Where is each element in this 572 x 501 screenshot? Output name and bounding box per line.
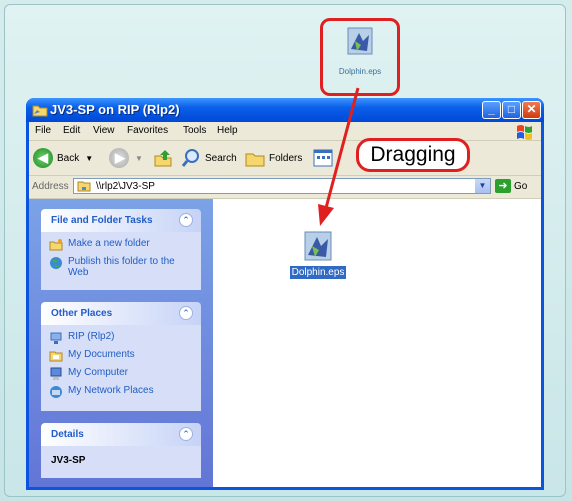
search-label: Search — [205, 152, 237, 164]
dragging-callout: Dragging — [356, 138, 470, 172]
go-label: Go — [514, 180, 528, 192]
up-folder-icon — [154, 150, 172, 167]
details-panel: Details ⌃ JV3-SP — [41, 423, 201, 478]
panel-body: RIP (Rlp2) My Documents My Computer My N… — [41, 325, 201, 411]
back-button[interactable]: ◀ Back ▼ — [33, 147, 93, 169]
desktop-icon-label: Dolphin.eps — [338, 67, 382, 76]
panel-body: JV3-SP — [41, 446, 201, 478]
task-publish-web[interactable]: Publish this folder to the Web — [49, 256, 193, 278]
address-value: \\rlp2\JV3-SP — [96, 181, 155, 192]
address-dropdown-icon[interactable]: ▼ — [475, 179, 490, 193]
folders-icon — [245, 153, 265, 167]
forward-dropdown-icon: ▼ — [135, 153, 143, 163]
panel-body: Make a new folder Publish this folder to… — [41, 232, 201, 290]
go-arrow-icon: ➜ — [495, 179, 511, 193]
menu-file[interactable]: File — [35, 125, 51, 136]
folders-button[interactable]: Folders — [245, 147, 302, 169]
place-label: My Documents — [68, 349, 135, 360]
panel-title: File and Folder Tasks — [51, 215, 153, 226]
place-label: My Computer — [68, 367, 129, 378]
collapse-icon[interactable]: ⌃ — [179, 213, 193, 227]
eps-file-icon — [347, 27, 373, 55]
back-label: Back — [57, 152, 80, 164]
search-icon — [181, 149, 199, 167]
menu-edit[interactable]: Edit — [63, 125, 80, 136]
maximize-button[interactable]: □ — [502, 101, 521, 119]
menu-help[interactable]: Help — [217, 125, 238, 136]
place-label: My Network Places — [68, 385, 154, 396]
globe-icon — [50, 257, 62, 269]
menu-bar: File Edit View Favorites Tools Help — [29, 122, 541, 141]
new-folder-icon — [49, 239, 63, 251]
panel-header[interactable]: File and Folder Tasks ⌃ — [41, 209, 201, 232]
go-button[interactable]: ➜ Go — [495, 179, 527, 193]
task-label: Publish this folder to the Web — [68, 256, 175, 278]
menu-tools[interactable]: Tools — [183, 125, 206, 136]
place-rip[interactable]: RIP (Rlp2) — [49, 331, 193, 345]
place-my-computer[interactable]: My Computer — [49, 367, 193, 381]
address-input[interactable]: \\rlp2\JV3-SP ▼ — [73, 178, 491, 194]
other-places-panel: Other Places ⌃ RIP (Rlp2) My Documents M… — [41, 302, 201, 411]
title-bar[interactable]: JV3-SP on RIP (Rlp2) _ □ ✕ — [26, 98, 544, 122]
file-item[interactable]: Dolphin.eps — [283, 231, 353, 279]
my-documents-icon — [49, 351, 63, 362]
search-button[interactable]: Search — [181, 147, 237, 169]
place-label: RIP (Rlp2) — [68, 331, 115, 342]
file-folder-tasks-panel: File and Folder Tasks ⌃ Make a new folde… — [41, 209, 201, 290]
file-label: Dolphin.eps — [289, 266, 347, 279]
window-title: JV3-SP on RIP (Rlp2) — [50, 102, 180, 117]
folder-icon — [32, 105, 48, 117]
close-button[interactable]: ✕ — [522, 101, 541, 119]
place-my-documents[interactable]: My Documents — [49, 349, 193, 363]
panel-title: Details — [51, 429, 84, 440]
up-folder-button[interactable] — [153, 147, 173, 169]
address-label: Address — [32, 181, 69, 192]
task-label: Make a new folder — [68, 238, 150, 249]
windows-logo-icon — [517, 125, 532, 140]
network-folder-icon — [77, 181, 91, 192]
task-pane: File and Folder Tasks ⌃ Make a new folde… — [29, 199, 213, 487]
menu-favorites[interactable]: Favorites — [127, 125, 168, 136]
forward-arrow-icon: ▶ — [109, 148, 129, 168]
views-icon — [313, 149, 333, 167]
folders-label: Folders — [269, 152, 303, 164]
task-make-new-folder[interactable]: Make a new folder — [49, 238, 193, 252]
back-dropdown-icon: ▼ — [85, 153, 94, 163]
window-body: File Edit View Favorites Tools Help ◀ Ba… — [29, 122, 541, 487]
network-drive-icon — [50, 332, 62, 344]
content-area: File and Folder Tasks ⌃ Make a new folde… — [29, 199, 541, 487]
panel-header[interactable]: Other Places ⌃ — [41, 302, 201, 325]
my-computer-icon — [50, 367, 62, 380]
eps-file-icon — [304, 231, 332, 261]
views-button[interactable] — [313, 147, 335, 169]
forward-button[interactable]: ▶ ▼ — [109, 147, 143, 169]
back-arrow-icon: ◀ — [33, 148, 53, 168]
panel-title: Other Places — [51, 308, 113, 319]
place-my-network-places[interactable]: My Network Places — [49, 385, 193, 399]
collapse-icon[interactable]: ⌃ — [179, 427, 193, 441]
menu-view[interactable]: View — [93, 125, 115, 136]
network-places-icon — [50, 386, 62, 398]
address-bar: Address \\rlp2\JV3-SP ▼ ➜ Go — [29, 176, 541, 199]
desktop-file-icon[interactable]: Dolphin.eps — [320, 18, 400, 96]
details-value: JV3-SP — [51, 455, 86, 466]
panel-header[interactable]: Details ⌃ — [41, 423, 201, 446]
collapse-icon[interactable]: ⌃ — [179, 306, 193, 320]
minimize-button[interactable]: _ — [482, 101, 501, 119]
